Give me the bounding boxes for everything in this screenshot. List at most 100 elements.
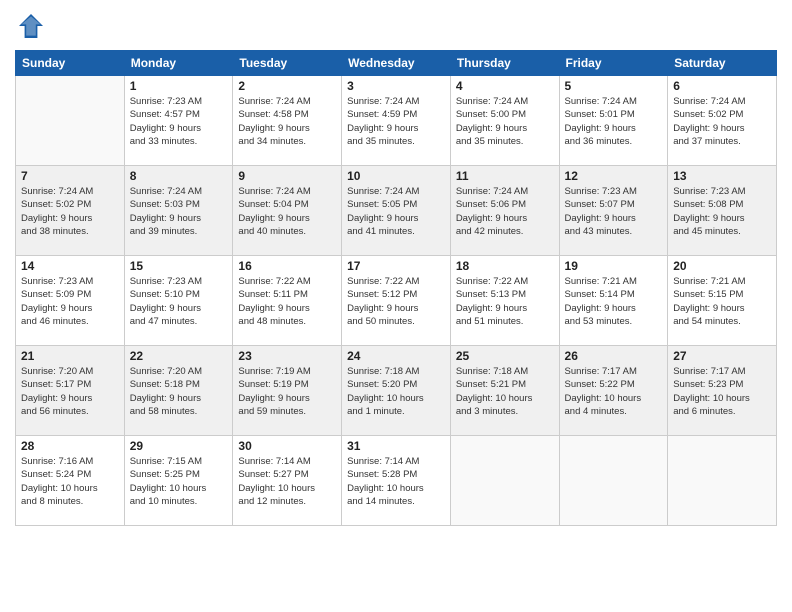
table-cell bbox=[559, 436, 668, 526]
day-number: 10 bbox=[347, 169, 445, 183]
day-number: 4 bbox=[456, 79, 554, 93]
day-number: 8 bbox=[130, 169, 228, 183]
table-cell: 20Sunrise: 7:21 AM Sunset: 5:15 PM Dayli… bbox=[668, 256, 777, 346]
day-number: 28 bbox=[21, 439, 119, 453]
table-cell: 16 Sunrise: 7:22 AM Sunset: 5:11 PM Dayli… bbox=[233, 256, 342, 346]
weekday-monday: Monday bbox=[124, 51, 233, 76]
day-info: Sunrise: 7:24 AM Sunset: 5:02 PM Dayligh… bbox=[21, 185, 119, 238]
day-info: Sunrise: 7:21 AM Sunset: 5:15 PM Dayligh… bbox=[673, 275, 771, 328]
day-info: Sunrise: 7:15 AM Sunset: 5:25 PM Dayligh… bbox=[130, 455, 228, 508]
day-info: Sunrise: 7:18 AM Sunset: 5:21 PM Dayligh… bbox=[456, 365, 554, 418]
table-cell: 31 Sunrise: 7:14 AM Sunset: 5:28 PM Dayli… bbox=[342, 436, 451, 526]
day-number: 18 bbox=[456, 259, 554, 273]
table-cell: 11 Sunrise: 7:24 AM Sunset: 5:06 PM Dayli… bbox=[450, 166, 559, 256]
day-number: 22 bbox=[130, 349, 228, 363]
table-cell: 14Sunrise: 7:23 AM Sunset: 5:09 PM Dayli… bbox=[16, 256, 125, 346]
day-number: 15 bbox=[130, 259, 228, 273]
table-cell: 9 Sunrise: 7:24 AM Sunset: 5:04 PM Daylig… bbox=[233, 166, 342, 256]
table-cell: 6Sunrise: 7:24 AM Sunset: 5:02 PM Daylig… bbox=[668, 76, 777, 166]
day-info: Sunrise: 7:24 AM Sunset: 5:05 PM Dayligh… bbox=[347, 185, 445, 238]
day-number: 25 bbox=[456, 349, 554, 363]
day-number: 5 bbox=[565, 79, 663, 93]
day-info: Sunrise: 7:22 AM Sunset: 5:11 PM Dayligh… bbox=[238, 275, 336, 328]
table-cell: 26 Sunrise: 7:17 AM Sunset: 5:22 PM Dayli… bbox=[559, 346, 668, 436]
day-info: Sunrise: 7:21 AM Sunset: 5:14 PM Dayligh… bbox=[565, 275, 663, 328]
day-info: Sunrise: 7:18 AM Sunset: 5:20 PM Dayligh… bbox=[347, 365, 445, 418]
table-cell: 24 Sunrise: 7:18 AM Sunset: 5:20 PM Dayli… bbox=[342, 346, 451, 436]
weekday-wednesday: Wednesday bbox=[342, 51, 451, 76]
logo-icon bbox=[15, 10, 47, 42]
table-cell: 25 Sunrise: 7:18 AM Sunset: 5:21 PM Dayli… bbox=[450, 346, 559, 436]
table-cell: 18 Sunrise: 7:22 AM Sunset: 5:13 PM Dayli… bbox=[450, 256, 559, 346]
day-info: Sunrise: 7:24 AM Sunset: 5:04 PM Dayligh… bbox=[238, 185, 336, 238]
day-info: Sunrise: 7:20 AM Sunset: 5:18 PM Dayligh… bbox=[130, 365, 228, 418]
table-cell bbox=[16, 76, 125, 166]
table-cell: 27 Sunrise: 7:17 AM Sunset: 5:23 PM Dayli… bbox=[668, 346, 777, 436]
table-cell: 10 Sunrise: 7:24 AM Sunset: 5:05 PM Dayli… bbox=[342, 166, 451, 256]
day-number: 26 bbox=[565, 349, 663, 363]
day-info: Sunrise: 7:24 AM Sunset: 5:03 PM Dayligh… bbox=[130, 185, 228, 238]
day-number: 17 bbox=[347, 259, 445, 273]
day-info: Sunrise: 7:23 AM Sunset: 5:07 PM Dayligh… bbox=[565, 185, 663, 238]
table-cell: 1 Sunrise: 7:23 AM Sunset: 4:57 PM Daylig… bbox=[124, 76, 233, 166]
day-number: 31 bbox=[347, 439, 445, 453]
day-number: 9 bbox=[238, 169, 336, 183]
day-number: 27 bbox=[673, 349, 771, 363]
day-info: Sunrise: 7:24 AM Sunset: 5:01 PM Dayligh… bbox=[565, 95, 663, 148]
day-info: Sunrise: 7:17 AM Sunset: 5:22 PM Dayligh… bbox=[565, 365, 663, 418]
day-number: 21 bbox=[21, 349, 119, 363]
table-cell: 17 Sunrise: 7:22 AM Sunset: 5:12 PM Dayli… bbox=[342, 256, 451, 346]
table-cell: 4 Sunrise: 7:24 AM Sunset: 5:00 PM Daylig… bbox=[450, 76, 559, 166]
table-cell: 23Sunrise: 7:19 AM Sunset: 5:19 PM Dayli… bbox=[233, 346, 342, 436]
week-row-4: 21 Sunrise: 7:20 AM Sunset: 5:17 PM Dayli… bbox=[16, 346, 777, 436]
logo bbox=[15, 10, 51, 42]
day-number: 7 bbox=[21, 169, 119, 183]
weekday-saturday: Saturday bbox=[668, 51, 777, 76]
week-row-1: 1 Sunrise: 7:23 AM Sunset: 4:57 PM Daylig… bbox=[16, 76, 777, 166]
page-container: SundayMondayTuesdayWednesdayThursdayFrid… bbox=[0, 0, 792, 536]
day-number: 1 bbox=[130, 79, 228, 93]
table-cell: 12 Sunrise: 7:23 AM Sunset: 5:07 PM Dayli… bbox=[559, 166, 668, 256]
table-cell: 28Sunrise: 7:16 AM Sunset: 5:24 PM Dayli… bbox=[16, 436, 125, 526]
calendar-table: SundayMondayTuesdayWednesdayThursdayFrid… bbox=[15, 50, 777, 526]
week-row-5: 28Sunrise: 7:16 AM Sunset: 5:24 PM Dayli… bbox=[16, 436, 777, 526]
day-number: 11 bbox=[456, 169, 554, 183]
weekday-sunday: Sunday bbox=[16, 51, 125, 76]
day-info: Sunrise: 7:24 AM Sunset: 5:06 PM Dayligh… bbox=[456, 185, 554, 238]
day-info: Sunrise: 7:22 AM Sunset: 5:12 PM Dayligh… bbox=[347, 275, 445, 328]
weekday-tuesday: Tuesday bbox=[233, 51, 342, 76]
table-cell: 15Sunrise: 7:23 AM Sunset: 5:10 PM Dayli… bbox=[124, 256, 233, 346]
day-number: 12 bbox=[565, 169, 663, 183]
week-row-2: 7 Sunrise: 7:24 AM Sunset: 5:02 PM Daylig… bbox=[16, 166, 777, 256]
table-cell: 5 Sunrise: 7:24 AM Sunset: 5:01 PM Daylig… bbox=[559, 76, 668, 166]
weekday-friday: Friday bbox=[559, 51, 668, 76]
day-info: Sunrise: 7:20 AM Sunset: 5:17 PM Dayligh… bbox=[21, 365, 119, 418]
day-number: 16 bbox=[238, 259, 336, 273]
day-number: 24 bbox=[347, 349, 445, 363]
day-number: 19 bbox=[565, 259, 663, 273]
table-cell: 13Sunrise: 7:23 AM Sunset: 5:08 PM Dayli… bbox=[668, 166, 777, 256]
day-info: Sunrise: 7:23 AM Sunset: 4:57 PM Dayligh… bbox=[130, 95, 228, 148]
table-cell: 3 Sunrise: 7:24 AM Sunset: 4:59 PM Daylig… bbox=[342, 76, 451, 166]
header bbox=[15, 10, 777, 42]
table-cell bbox=[668, 436, 777, 526]
weekday-header-row: SundayMondayTuesdayWednesdayThursdayFrid… bbox=[16, 51, 777, 76]
day-number: 13 bbox=[673, 169, 771, 183]
day-number: 23 bbox=[238, 349, 336, 363]
weekday-thursday: Thursday bbox=[450, 51, 559, 76]
table-cell: 19 Sunrise: 7:21 AM Sunset: 5:14 PM Dayli… bbox=[559, 256, 668, 346]
table-cell: 22 Sunrise: 7:20 AM Sunset: 5:18 PM Dayli… bbox=[124, 346, 233, 436]
day-number: 14 bbox=[21, 259, 119, 273]
day-info: Sunrise: 7:22 AM Sunset: 5:13 PM Dayligh… bbox=[456, 275, 554, 328]
day-info: Sunrise: 7:14 AM Sunset: 5:27 PM Dayligh… bbox=[238, 455, 336, 508]
table-cell: 2Sunrise: 7:24 AM Sunset: 4:58 PM Daylig… bbox=[233, 76, 342, 166]
day-info: Sunrise: 7:14 AM Sunset: 5:28 PM Dayligh… bbox=[347, 455, 445, 508]
day-info: Sunrise: 7:24 AM Sunset: 4:59 PM Dayligh… bbox=[347, 95, 445, 148]
day-info: Sunrise: 7:17 AM Sunset: 5:23 PM Dayligh… bbox=[673, 365, 771, 418]
day-info: Sunrise: 7:24 AM Sunset: 5:00 PM Dayligh… bbox=[456, 95, 554, 148]
day-number: 3 bbox=[347, 79, 445, 93]
table-cell: 30Sunrise: 7:14 AM Sunset: 5:27 PM Dayli… bbox=[233, 436, 342, 526]
day-info: Sunrise: 7:24 AM Sunset: 5:02 PM Dayligh… bbox=[673, 95, 771, 148]
table-cell bbox=[450, 436, 559, 526]
day-info: Sunrise: 7:24 AM Sunset: 4:58 PM Dayligh… bbox=[238, 95, 336, 148]
